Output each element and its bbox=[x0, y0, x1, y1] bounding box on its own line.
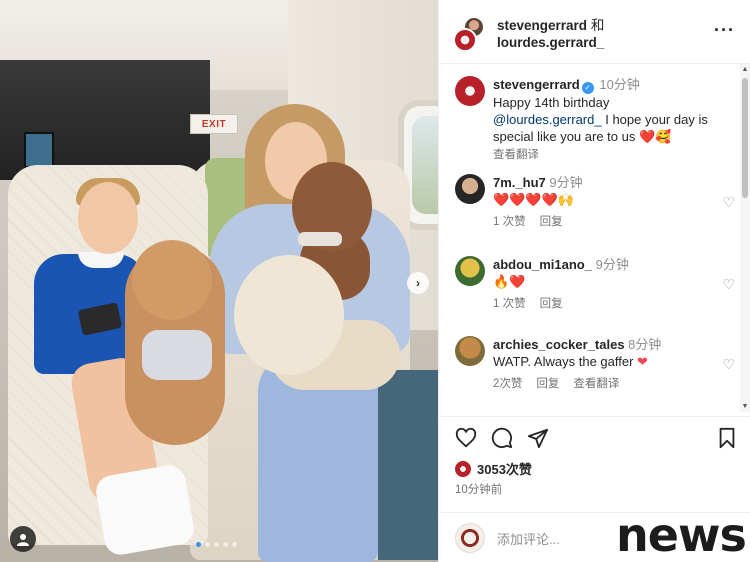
comment-text: 🔥❤️ bbox=[493, 274, 526, 289]
collab-avatars[interactable] bbox=[453, 16, 489, 52]
avatar[interactable] bbox=[455, 336, 485, 366]
comments-section: stevengerrard ✓ 10分钟 Happy 14th birthday … bbox=[439, 64, 750, 412]
caption-emoji: ❤️🥰 bbox=[638, 129, 672, 144]
see-translation-link[interactable]: 查看翻译 bbox=[493, 147, 733, 164]
scrollbar-thumb[interactable] bbox=[742, 78, 748, 198]
reply-button[interactable]: 回复 bbox=[540, 296, 563, 313]
verified-badge-icon: ✓ bbox=[581, 82, 594, 94]
chevron-right-icon[interactable]: › bbox=[407, 272, 429, 294]
reply-button[interactable]: 回复 bbox=[536, 376, 559, 393]
comment-body: abdou_mi1ano_ 9分钟 🔥❤️ 1 次赞 回复 bbox=[493, 256, 703, 313]
comment-username[interactable]: archies_cocker_tales bbox=[493, 337, 625, 352]
heart-outline-icon[interactable]: ♡ bbox=[722, 356, 735, 373]
caption-line1: Happy 14th birthday bbox=[493, 95, 610, 110]
header-username[interactable]: lourdes.gerrard_ bbox=[497, 35, 604, 50]
caption-time: 10分钟 bbox=[599, 77, 640, 92]
comment-body: archies_cocker_tales 8分钟 WATP. Always th… bbox=[493, 336, 703, 393]
comment-time: 9分钟 bbox=[549, 175, 583, 190]
comment-likes[interactable]: 1 次赞 bbox=[493, 214, 526, 231]
post-photo[interactable]: EXIT › bbox=[0, 0, 438, 562]
bag bbox=[378, 370, 438, 560]
avatar[interactable] bbox=[455, 174, 485, 204]
user-tag-icon[interactable] bbox=[10, 526, 36, 552]
boy-face bbox=[78, 182, 138, 254]
news-watermark: news bbox=[616, 508, 747, 562]
dog-tan-head bbox=[132, 240, 212, 320]
scroll-down-icon[interactable]: ▼ bbox=[740, 403, 750, 410]
comment-username[interactable]: abdou_mi1ano_ bbox=[493, 257, 592, 272]
caption-mention[interactable]: @lourdes.gerrard_ bbox=[493, 112, 602, 127]
heart-outline-icon[interactable]: ♡ bbox=[722, 194, 735, 211]
scrollbar[interactable]: ▲ ▼ bbox=[740, 64, 750, 412]
header-conjunction: 和 bbox=[590, 18, 605, 33]
likes-summary[interactable]: 3053次赞 bbox=[455, 459, 532, 478]
exit-sign: EXIT bbox=[190, 114, 238, 134]
carousel-dot bbox=[232, 542, 237, 547]
heart-icon: ❤ bbox=[637, 354, 648, 369]
dog-harness bbox=[142, 330, 212, 380]
reply-button[interactable]: 回复 bbox=[540, 214, 563, 231]
scroll-up-icon[interactable]: ▲ bbox=[740, 66, 750, 73]
carousel-dot bbox=[196, 542, 201, 547]
carousel-dot bbox=[223, 542, 228, 547]
comment-body: 7m._hu7 9分钟 ❤️❤️❤️❤️🙌 1 次赞 回复 bbox=[493, 174, 703, 231]
carousel-dot bbox=[205, 542, 210, 547]
see-translation-link[interactable]: 查看翻译 bbox=[573, 376, 619, 393]
comment-icon[interactable] bbox=[491, 427, 513, 455]
caption-body: stevengerrard ✓ 10分钟 Happy 14th birthday … bbox=[493, 76, 733, 164]
comment-text: ❤️❤️❤️❤️🙌 bbox=[493, 192, 574, 207]
avatar[interactable] bbox=[455, 76, 485, 106]
avatar bbox=[455, 523, 485, 553]
carousel-dots bbox=[196, 542, 237, 547]
caption-username[interactable]: stevengerrard bbox=[493, 77, 580, 92]
boy-sock bbox=[93, 462, 197, 558]
avatar bbox=[455, 460, 471, 477]
likes-count[interactable]: 3053次赞 bbox=[477, 459, 532, 478]
comment-input[interactable]: 添加评论... bbox=[497, 529, 560, 548]
share-icon[interactable] bbox=[527, 427, 549, 455]
carousel-dot bbox=[214, 542, 219, 547]
post-actions: 3053次赞 10分钟前 bbox=[439, 416, 750, 516]
post-header: stevengerrard 和 lourdes.gerrard_ ··· bbox=[439, 0, 750, 64]
heart-outline-icon[interactable] bbox=[455, 427, 477, 455]
comment-time: 8分钟 bbox=[628, 337, 662, 352]
action-icons bbox=[455, 427, 735, 453]
avatar[interactable] bbox=[455, 256, 485, 286]
dog-white-head bbox=[234, 255, 344, 375]
header-username[interactable]: stevengerrard bbox=[497, 18, 587, 33]
comment-likes[interactable]: 1 次赞 bbox=[493, 296, 526, 313]
comment-text: WATP. Always the gaffer bbox=[493, 354, 634, 369]
comment-meta: 1 次赞 回复 bbox=[493, 214, 703, 231]
heart-outline-icon[interactable]: ♡ bbox=[722, 276, 735, 293]
post-side-panel: stevengerrard 和 lourdes.gerrard_ ··· ste… bbox=[438, 0, 750, 562]
post-timestamp: 10分钟前 bbox=[455, 484, 503, 496]
dog-collar bbox=[298, 232, 342, 246]
collab-names: stevengerrard 和 lourdes.gerrard_ bbox=[497, 17, 604, 51]
comment-likes[interactable]: 2次赞 bbox=[493, 376, 522, 393]
comment-username[interactable]: 7m._hu7 bbox=[493, 175, 546, 190]
comment-meta: 1 次赞 回复 bbox=[493, 296, 703, 313]
cabin-screen bbox=[24, 132, 54, 168]
comment-time: 9分钟 bbox=[595, 257, 629, 272]
comment-meta: 2次赞 回复 查看翻译 bbox=[493, 376, 703, 393]
avatar[interactable] bbox=[453, 28, 477, 52]
more-horizontal-icon[interactable]: ··· bbox=[714, 20, 735, 41]
bookmark-icon[interactable] bbox=[717, 427, 737, 455]
